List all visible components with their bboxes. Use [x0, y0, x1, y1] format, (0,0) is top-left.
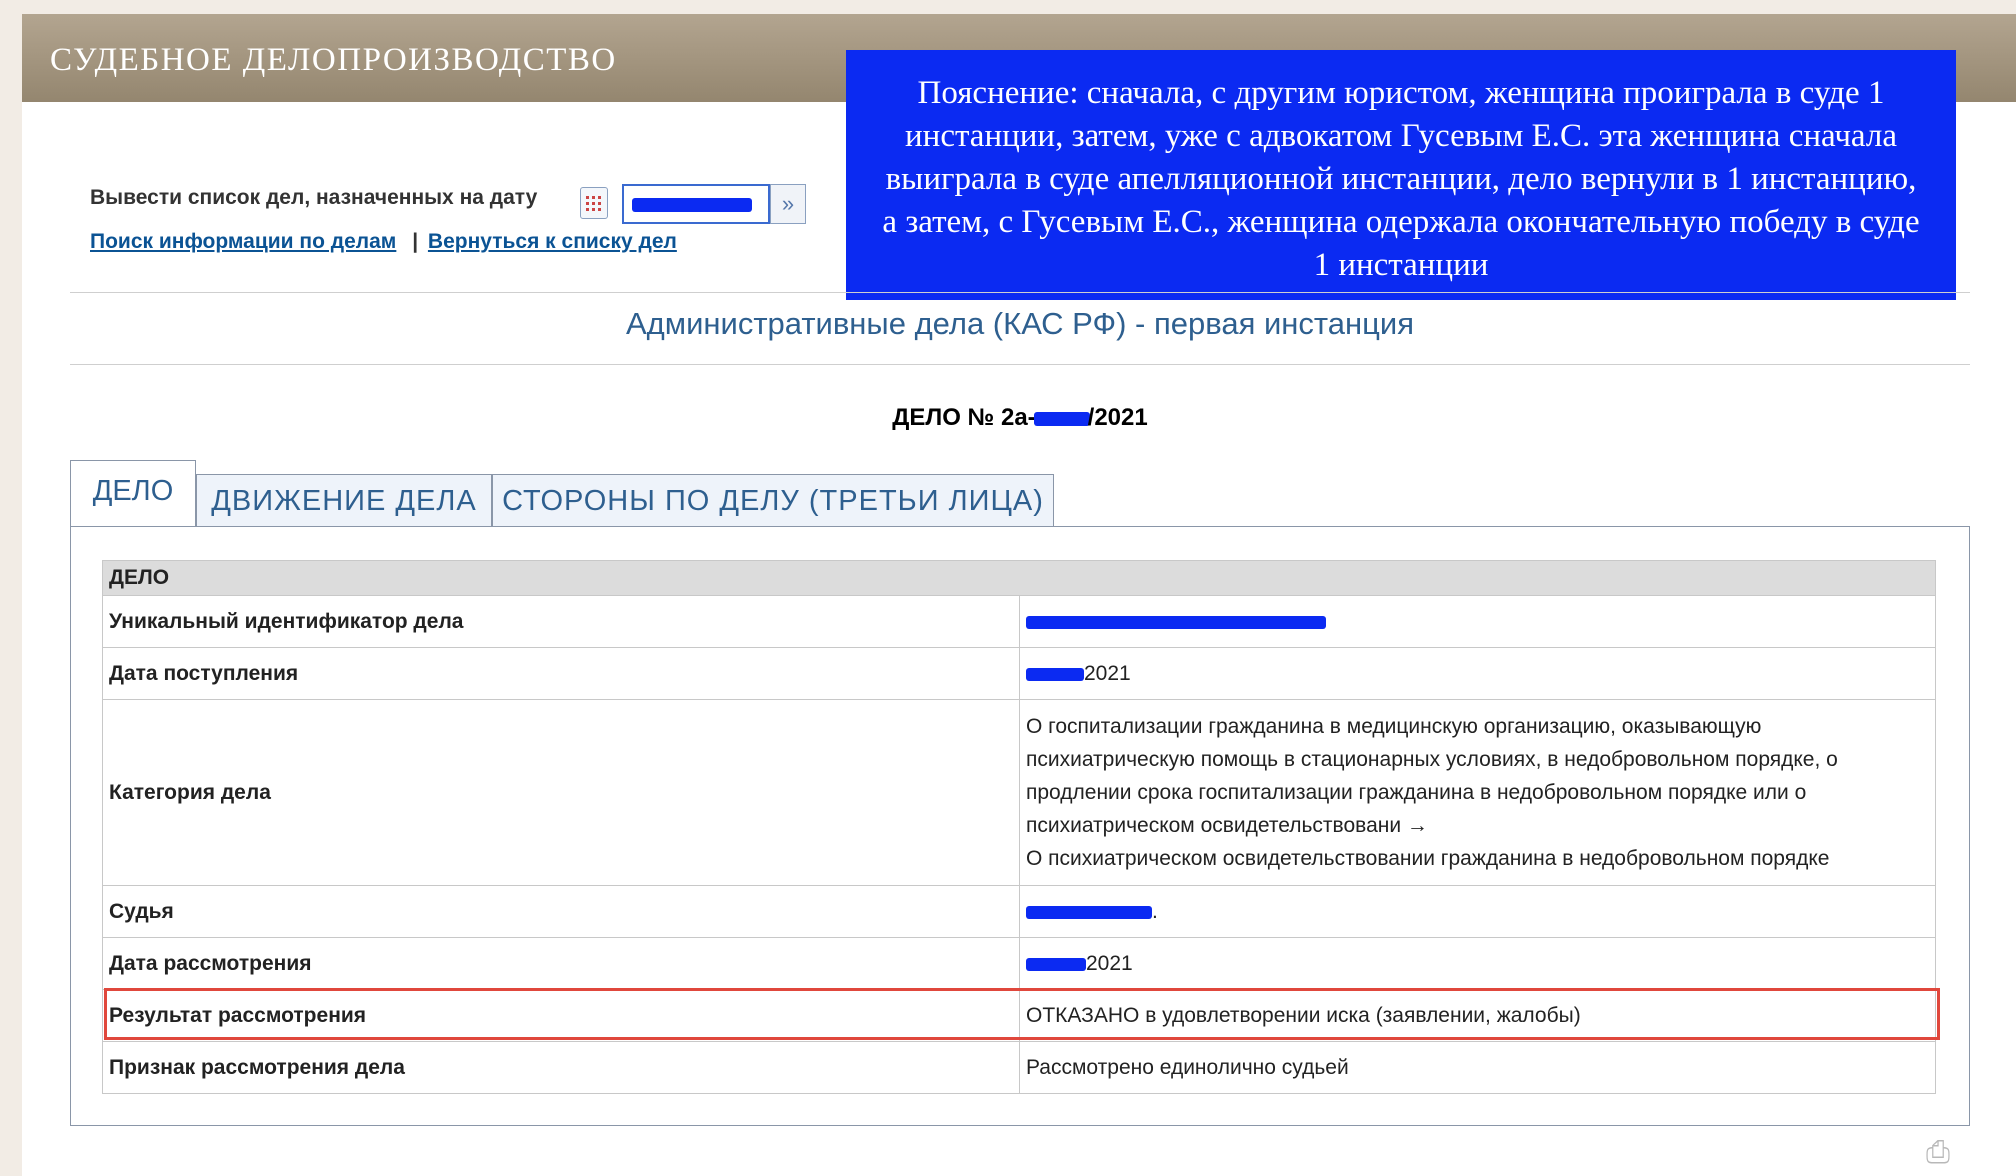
redaction-mark [1026, 667, 1084, 681]
site-title: СУДЕБНОЕ ДЕЛОПРОИЗВОДСТВО [50, 42, 617, 78]
divider [70, 364, 1970, 365]
table-row: Уникальный идентификатор дела [102, 595, 1936, 648]
table-header: ДЕЛО [102, 560, 1936, 596]
search-cases-link[interactable]: Поиск информации по делам [90, 230, 396, 253]
calendar-icon[interactable] [580, 187, 608, 219]
arrow-right-icon: » [781, 191, 795, 216]
annotation-note: Пояснение: сначала, с другим юристом, же… [846, 50, 1956, 300]
table-row: Результат рассмотрения ОТКАЗАНО в удовле… [102, 989, 1936, 1042]
sign-value: Рассмотрено единолично судьей [1019, 1041, 1936, 1094]
judge-value: . [1019, 885, 1936, 938]
result-label: Результат рассмотрения [102, 989, 1020, 1042]
case-number: ДЕЛО № 2а- /2021 [0, 404, 2016, 432]
category-value: О госпитализации гражданина в медицинску… [1019, 699, 1936, 886]
case-number-prefix: ДЕЛО № 2а- [892, 404, 1036, 431]
table-row: Категория дела О госпитализации граждани… [102, 699, 1936, 886]
date-in-value: 2021 [1019, 647, 1936, 700]
table-header-row: ДЕЛО [102, 560, 1936, 596]
result-value: ОТКАЗАНО в удовлетворении иска (заявлени… [1019, 989, 1936, 1042]
table-row: Судья . [102, 885, 1936, 938]
hearing-date-label: Дата рассмотрения [102, 937, 1020, 990]
case-table: ДЕЛО Уникальный идентификатор дела Дата … [102, 560, 1936, 1094]
date-in-label: Дата поступления [102, 647, 1020, 700]
table-row: Признак рассмотрения дела Рассмотрено ед… [102, 1041, 1936, 1094]
case-number-suffix: /2021 [1087, 404, 1148, 431]
category-text-secondary: О психиатрическом освидетельствовании гр… [1026, 847, 1830, 870]
redaction-mark [1026, 615, 1326, 629]
printer-icon[interactable]: ⎙ [1926, 1136, 1958, 1169]
tab-case[interactable]: ДЕЛО [70, 460, 196, 526]
redaction-mark [1033, 411, 1090, 426]
sign-label: Признак рассмотрения дела [102, 1041, 1020, 1094]
date-input[interactable] [622, 184, 770, 224]
divider [70, 292, 1970, 293]
hearing-date-value: 2021 [1019, 937, 1936, 990]
tab-case-parties[interactable]: СТОРОНЫ ПО ДЕЛУ (ТРЕТЬИ ЛИЦА) [492, 474, 1054, 526]
instance-title: Административные дела (КАС РФ) - первая … [626, 306, 1414, 341]
date-filter-label: Вывести список дел, назначенных на дату [90, 186, 538, 209]
table-row: Дата поступления 2021 [102, 647, 1936, 700]
uid-value[interactable] [1019, 595, 1936, 648]
table-row: Дата рассмотрения 2021 [102, 937, 1936, 990]
redaction-mark [1026, 957, 1086, 971]
redaction-mark [632, 198, 752, 212]
category-label: Категория дела [102, 699, 1020, 886]
judge-label: Судья [102, 885, 1020, 938]
category-text-primary: О госпитализации гражданина в медицинску… [1026, 715, 1838, 837]
tab-case-movement[interactable]: ДВИЖЕНИЕ ДЕЛА [196, 474, 492, 526]
back-to-list-link[interactable]: Вернуться к списку дел [428, 230, 677, 253]
uid-label: Уникальный идентификатор дела [102, 595, 1020, 648]
redaction-mark [1026, 905, 1152, 919]
go-button[interactable]: » [770, 184, 806, 224]
link-separator: | [412, 230, 419, 253]
nav-links: Поиск информации по делам | Вернуться к … [90, 230, 677, 254]
